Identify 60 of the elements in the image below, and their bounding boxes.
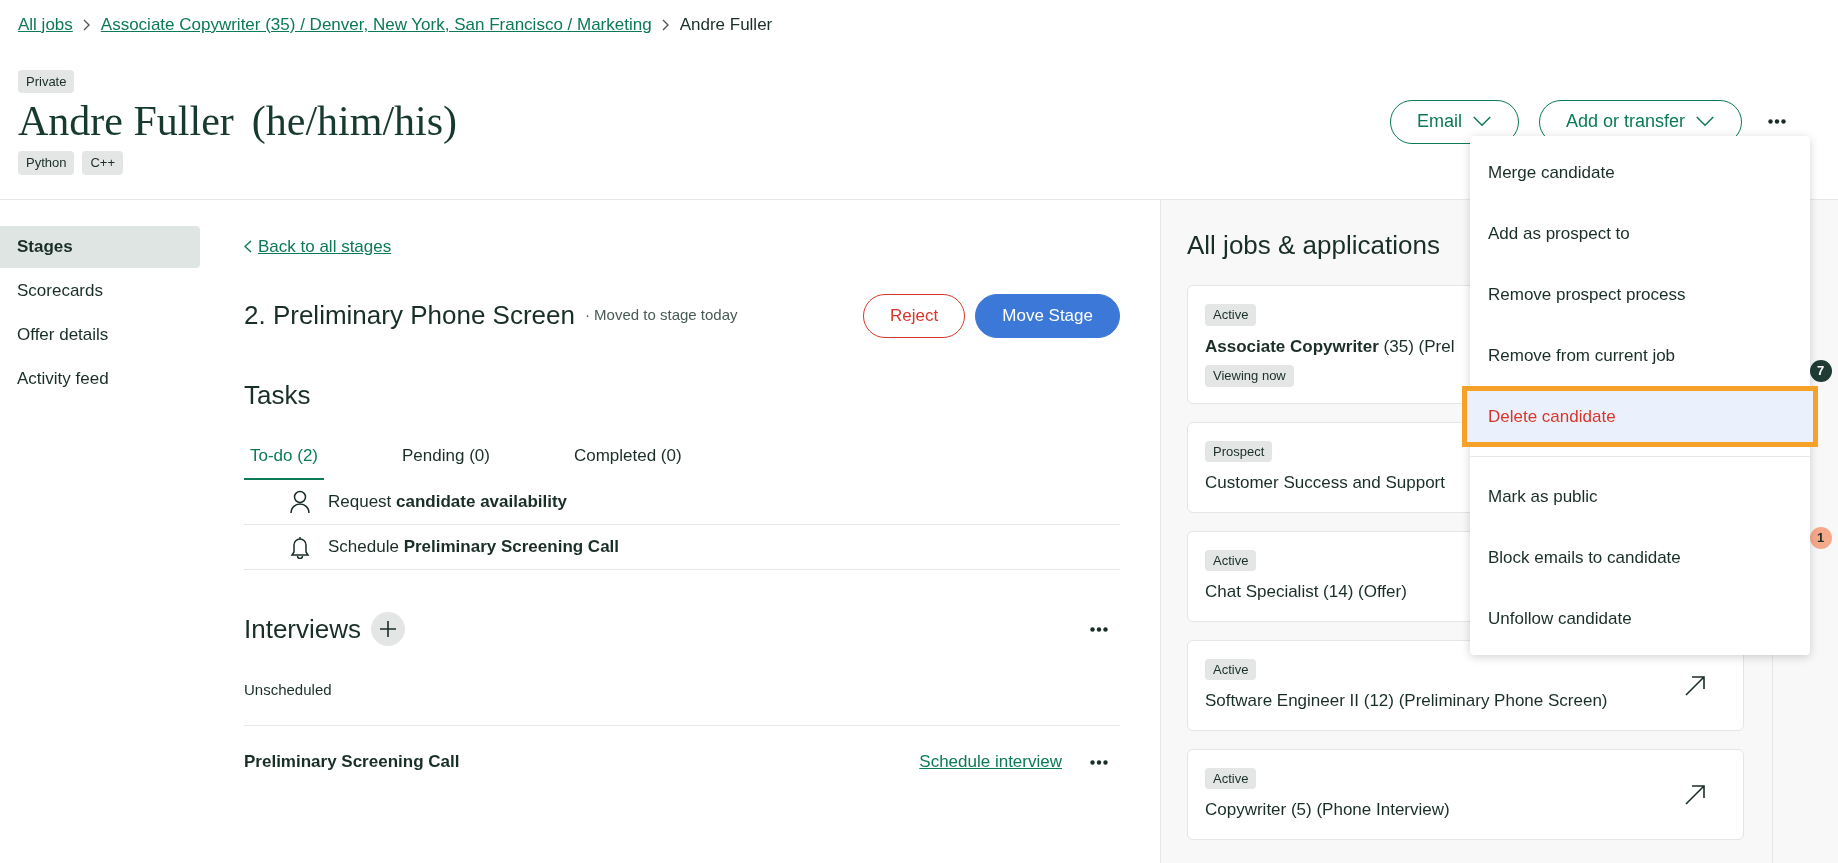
tasks-tab[interactable]: To-do (2): [244, 434, 325, 480]
breadcrumb-link[interactable]: Associate Copywriter (35) / Denver, New York, San Francisco / Marketing: [100, 12, 652, 38]
chevron-right-icon: [661, 18, 670, 31]
job-title: Associate Copywriter (35) (Prel: [1205, 335, 1455, 358]
menu-item[interactable]: Merge candidate: [1470, 142, 1810, 203]
sidebar-item[interactable]: Activity feed: [0, 358, 200, 400]
status-badge: Active: [1205, 658, 1257, 680]
move-stage-button[interactable]: Move Stage: [975, 293, 1120, 338]
breadcrumb-link[interactable]: All jobs: [18, 12, 73, 38]
candidate-pronouns: (he/him/his): [251, 97, 458, 146]
sidebar-item[interactable]: Stages: [0, 226, 200, 268]
interview-group-label: Unscheduled: [244, 678, 1120, 726]
visibility-badge: Private: [18, 69, 75, 93]
job-card[interactable]: Active Software Engineer II (12) (Preliminary Phone Screen): [1187, 639, 1744, 731]
chevron-right-icon: [82, 18, 91, 31]
schedule-interview-link[interactable]: Schedule interview: [919, 749, 1062, 775]
chevron-left-icon: [244, 240, 252, 254]
menu-item[interactable]: Delete candidate: [1462, 386, 1818, 447]
more-options-icon[interactable]: [1090, 759, 1108, 765]
job-title: Customer Success and Support: [1205, 472, 1445, 494]
viewing-badge: Viewing now: [1205, 365, 1294, 387]
count-badge: 1: [1809, 527, 1832, 549]
job-title: Copywriter (5) (Phone Interview): [1205, 799, 1450, 821]
back-link[interactable]: Back to all stages: [244, 234, 1120, 260]
status-badge: Active: [1205, 767, 1257, 789]
person-icon: [290, 489, 310, 514]
status-badge: Prospect: [1205, 440, 1273, 462]
task-text: Request candidate availability: [328, 490, 568, 513]
job-title: Software Engineer II (12) (Preliminary Phone Screen): [1205, 690, 1608, 712]
breadcrumb-current: Andre Fuller: [679, 14, 773, 36]
sidebar-item[interactable]: Scorecards: [0, 270, 200, 312]
skill-tag: Python: [18, 151, 75, 175]
tasks-heading: Tasks: [244, 378, 312, 412]
menu-item[interactable]: Add as prospect to: [1470, 203, 1810, 264]
skill-tag: C++: [82, 151, 124, 175]
external-arrow-icon[interactable]: [1684, 784, 1706, 806]
count-badge: 7: [1809, 360, 1832, 382]
status-badge: Active: [1205, 549, 1257, 571]
tasks-tab[interactable]: Completed (0): [567, 434, 688, 480]
more-options-icon[interactable]: [1090, 626, 1108, 632]
candidate-name: Andre Fuller: [18, 97, 234, 146]
external-arrow-icon[interactable]: [1684, 675, 1706, 697]
job-card[interactable]: Active Copywriter (5) (Phone Interview): [1187, 748, 1744, 840]
chevron-down-icon: [1695, 116, 1715, 127]
interview-name: Preliminary Screening Call: [244, 751, 460, 774]
applications-heading: All jobs & applications: [1187, 229, 1440, 262]
plus-icon: [379, 620, 398, 638]
more-options-icon[interactable]: [1768, 119, 1786, 124]
bell-icon: [290, 534, 310, 559]
chevron-down-icon: [1471, 116, 1492, 127]
reject-button[interactable]: Reject: [863, 293, 966, 338]
status-badge: Active: [1205, 304, 1257, 326]
tasks-tab[interactable]: Pending (0): [396, 434, 496, 480]
stage-title: 2. Preliminary Phone Screen: [244, 299, 575, 332]
job-title: Chat Specialist (14) (Offer): [1205, 581, 1407, 603]
add-interview-button[interactable]: [371, 612, 406, 646]
interviews-heading: Interviews: [244, 612, 362, 646]
task-text: Schedule Preliminary Screening Call: [328, 535, 620, 558]
stage-subtitle: · Moved to stage today: [584, 305, 738, 326]
sidebar-item[interactable]: Offer details: [0, 314, 200, 356]
